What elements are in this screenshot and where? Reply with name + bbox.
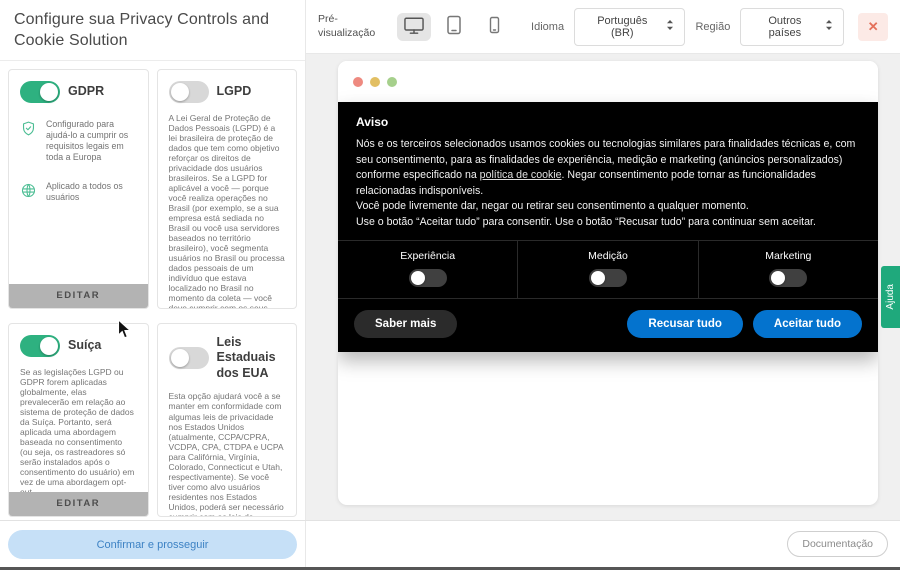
suica-card-label: Suíça — [68, 337, 102, 352]
documentation-button[interactable]: Documentação — [787, 531, 888, 557]
desktop-icon — [403, 16, 425, 38]
lgpd-description: A Lei Geral de Proteção de Dados Pessoai… — [168, 112, 285, 309]
language-select[interactable]: Português (BR) — [574, 7, 686, 46]
banner-line-3: Use o botão “Aceitar tudo” para consenti… — [356, 215, 816, 228]
banner-actions: Saber mais Recusar tudo Aceitar tudo — [338, 299, 878, 352]
region-label: Região — [695, 20, 731, 33]
preview-toolbar: Pré-visualização Idioma Português (BR) R… — [306, 0, 900, 54]
suica-description: Se as legislações LGPD ou GDPR forem apl… — [20, 366, 135, 497]
purpose-label: Medição — [588, 250, 628, 263]
select-arrows-icon — [825, 19, 833, 34]
device-tablet-button[interactable] — [437, 13, 471, 41]
device-mobile-button[interactable] — [477, 13, 511, 41]
preview-panel: Pré-visualização Idioma Português (BR) R… — [306, 0, 900, 520]
main-area: Configure sua Privacy Controls and Cooki… — [0, 0, 900, 520]
banner-consent-buttons: Recusar tudo Aceitar tudo — [627, 310, 862, 339]
cookie-banner: Aviso Nós e os terceiros selecionados us… — [338, 102, 878, 353]
regulation-card-lgpd: LGPD A Lei Geral de Proteção de Dados Pe… — [156, 68, 297, 309]
cookie-policy-link[interactable]: política de cookie — [480, 169, 562, 181]
purpose-medicao: Medição — [517, 241, 697, 299]
regulation-card-gdpr: GDPR Configurado para ajudá-lo a cumprir… — [8, 68, 149, 309]
window-dot-yellow-icon — [370, 76, 380, 87]
toggle-knob — [410, 271, 425, 286]
window-dot-green-icon — [387, 76, 397, 87]
toggle-knob — [40, 336, 58, 355]
window-dot-red-icon — [353, 76, 363, 87]
toggle-knob — [170, 82, 189, 101]
preview-browser-window: Aviso Nós e os terceiros selecionados us… — [338, 61, 878, 505]
footer-left: Confirmar e prosseguir — [0, 521, 306, 567]
device-switcher — [397, 12, 511, 41]
feature-text: Configurado para ajudá-lo a cumprir os r… — [46, 118, 129, 162]
browser-chrome — [338, 61, 878, 102]
device-desktop-button[interactable] — [397, 12, 432, 41]
shield-check-icon — [20, 120, 37, 142]
banner-title: Aviso — [356, 115, 389, 129]
purpose-label: Marketing — [765, 250, 812, 263]
suica-toggle[interactable] — [20, 334, 60, 357]
experiencia-toggle[interactable] — [408, 269, 447, 288]
learn-more-button[interactable]: Saber mais — [354, 310, 458, 339]
footer-bar: Confirmar e prosseguir Documentação — [0, 520, 900, 567]
us-state-laws-description: Esta opção ajudará você a se manter em c… — [168, 391, 284, 515]
suica-edit-button[interactable]: EDITAR — [9, 491, 148, 516]
toggle-knob — [771, 271, 786, 286]
mobile-icon — [489, 16, 500, 37]
consent-purposes: Experiência Medição Marketing — [338, 240, 878, 300]
regulation-card-suica: Suíça Se as legislações LGPD ou GDPR for… — [8, 322, 149, 517]
reject-all-button[interactable]: Recusar tudo — [627, 310, 743, 339]
preview-area: Aviso Nós e os terceiros selecionados us… — [306, 54, 900, 520]
toggle-knob — [590, 271, 605, 286]
confirm-button[interactable]: Confirmar e prosseguir — [8, 530, 297, 559]
preview-label: Pré-visualização — [318, 12, 376, 39]
region-value: Outros países — [768, 14, 802, 39]
toggle-knob — [170, 349, 189, 368]
regulation-card-us-state-laws: Leis Estaduais dos EUA Esta opção ajudar… — [156, 322, 297, 517]
language-value: Português (BR) — [597, 14, 648, 39]
marketing-toggle[interactable] — [769, 269, 808, 288]
lgpd-card-label: LGPD — [216, 83, 252, 98]
globe-icon — [20, 182, 37, 204]
gdpr-features: Configurado para ajudá-lo a cumprir os r… — [20, 119, 137, 204]
lgpd-toggle[interactable] — [168, 80, 209, 103]
feature-text: Aplicado a todos os usuários — [46, 180, 123, 202]
help-tab[interactable]: Ajuda — [881, 266, 900, 328]
toggle-knob — [40, 82, 58, 101]
close-icon: ✕ — [867, 18, 879, 34]
gdpr-toggle[interactable] — [20, 80, 60, 103]
banner-text: Nós e os terceiros selecionados usamos c… — [338, 129, 878, 240]
us-state-laws-toggle[interactable] — [168, 347, 209, 370]
region-select[interactable]: Outros países — [740, 7, 845, 46]
gdpr-edit-button[interactable]: EDITAR — [9, 283, 148, 308]
config-sidebar: Configure sua Privacy Controls and Cooki… — [0, 0, 306, 520]
accept-all-button[interactable]: Aceitar tudo — [752, 310, 862, 339]
panel-header: Configure sua Privacy Controls and Cooki… — [0, 0, 305, 61]
feature-row: Configurado para ajudá-lo a cumprir os r… — [20, 119, 137, 163]
help-tab-label: Ajuda — [885, 284, 896, 310]
tablet-icon — [446, 15, 462, 38]
feature-row: Aplicado a todos os usuários — [20, 181, 137, 204]
app-window: Configure sua Privacy Controls and Cooki… — [0, 0, 900, 570]
us-state-laws-card-label: Leis Estaduais dos EUA — [216, 334, 276, 380]
footer-right: Documentação — [306, 521, 900, 567]
page-title: Configure sua Privacy Controls and Cooki… — [14, 11, 270, 49]
regulation-cards: GDPR Configurado para ajudá-lo a cumprir… — [0, 61, 305, 520]
purpose-label: Experiência — [400, 250, 456, 263]
purpose-experiencia: Experiência — [338, 241, 517, 298]
medicao-toggle[interactable] — [588, 269, 627, 288]
banner-line-2: Você pode livremente dar, negar ou retir… — [356, 200, 749, 213]
purpose-marketing: Marketing — [697, 241, 878, 299]
select-arrows-icon — [666, 19, 674, 34]
close-preview-button[interactable]: ✕ — [858, 12, 888, 41]
gdpr-card-label: GDPR — [68, 83, 105, 98]
language-label: Idioma — [531, 20, 565, 33]
